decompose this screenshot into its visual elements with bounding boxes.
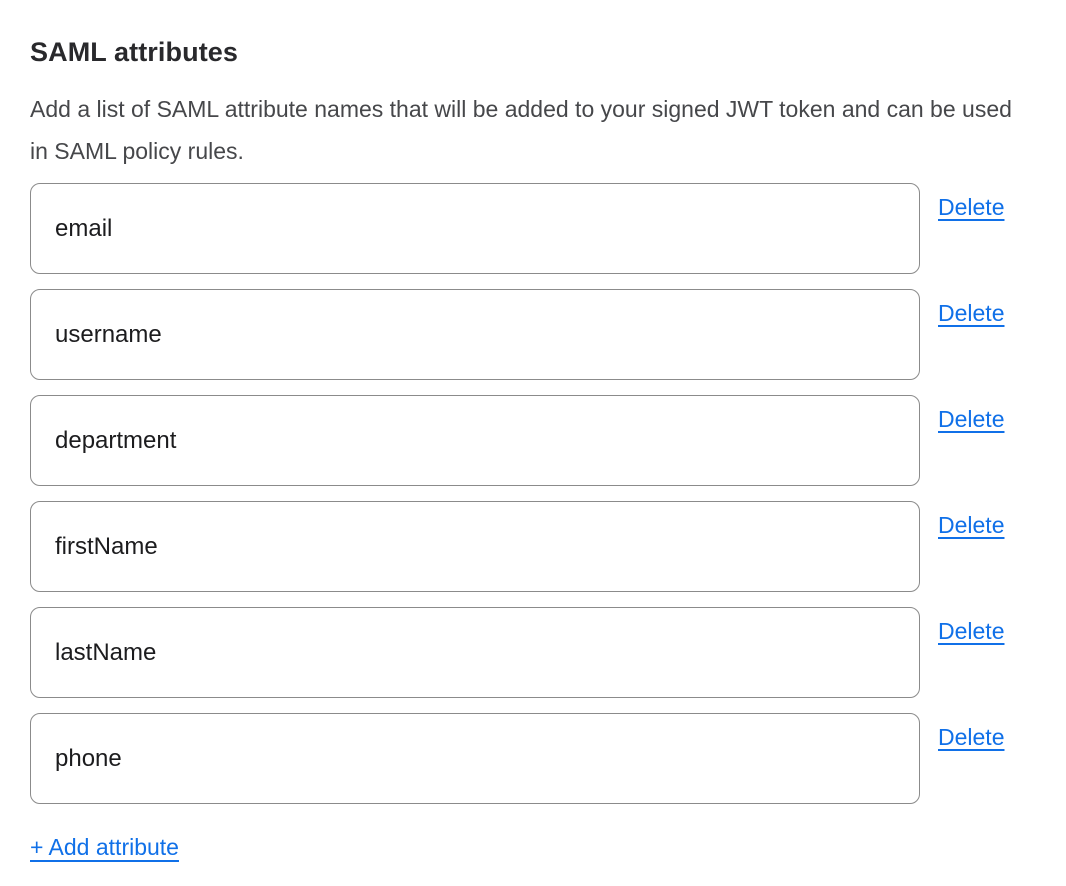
attribute-row: Delete [30,289,1036,380]
delete-attribute-link[interactable]: Delete [938,193,1004,221]
attribute-input[interactable] [30,607,920,698]
attribute-row: Delete [30,501,1036,592]
delete-attribute-link[interactable]: Delete [938,405,1004,433]
attribute-input[interactable] [30,395,920,486]
attribute-row: Delete [30,607,1036,698]
delete-attribute-link[interactable]: Delete [938,723,1004,751]
saml-attributes-section: SAML attributes Add a list of SAML attri… [0,0,1066,886]
delete-attribute-link[interactable]: Delete [938,511,1004,539]
attribute-input[interactable] [30,713,920,804]
attribute-input[interactable] [30,289,920,380]
attribute-row: Delete [30,183,1036,274]
section-description: Add a list of SAML attribute names that … [30,88,1036,172]
attribute-input[interactable] [30,183,920,274]
delete-attribute-link[interactable]: Delete [938,299,1004,327]
attribute-row: Delete [30,713,1036,804]
attribute-row: Delete [30,395,1036,486]
attribute-input[interactable] [30,501,920,592]
add-attribute-link[interactable]: + Add attribute [30,833,179,861]
delete-attribute-link[interactable]: Delete [938,617,1004,645]
section-title: SAML attributes [30,36,1036,68]
